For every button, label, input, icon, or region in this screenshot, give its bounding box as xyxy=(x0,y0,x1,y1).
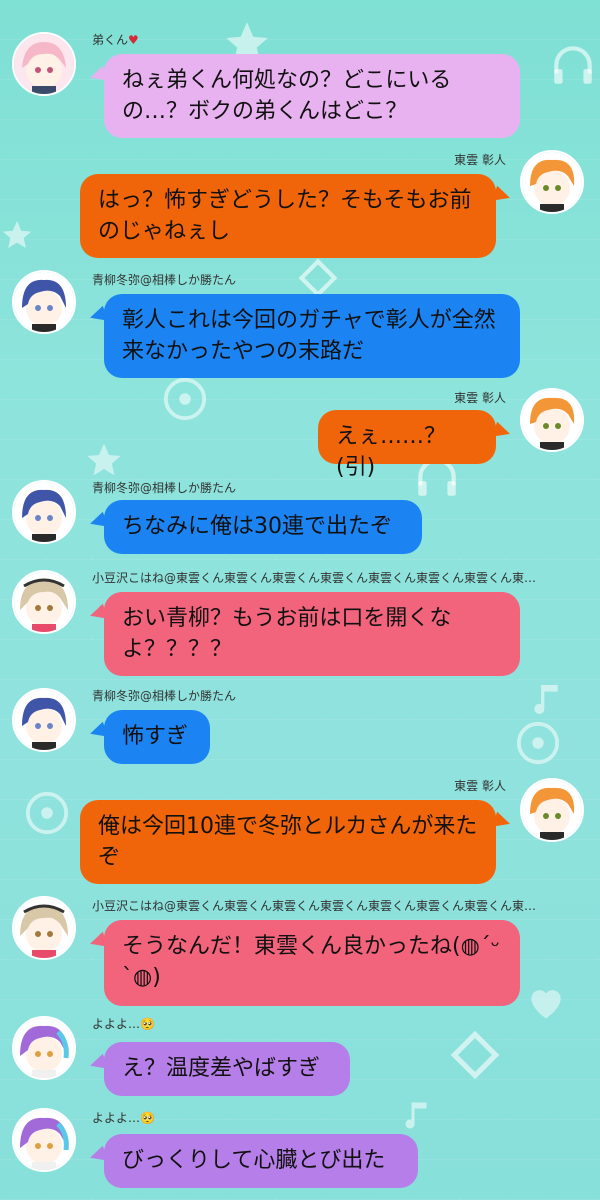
message-text: 怖すぎ xyxy=(122,724,189,749)
message-bubble[interactable]: えぇ……？(引) xyxy=(318,410,496,480)
message-bubble[interactable]: ちなみに俺は30連で出たぞ xyxy=(104,500,422,554)
message-bubble[interactable]: 怖すぎ xyxy=(104,710,210,764)
message-text: はっ？怖すぎどうした？そもそもお前のじゃねぇし xyxy=(98,188,472,244)
message-bubble[interactable]: 彰人これは今回のガチャで彰人が全然来なかったやつの末路だ xyxy=(104,294,520,378)
orange-hair-avatar[interactable] xyxy=(520,150,584,214)
purple-hair-avatar[interactable] xyxy=(12,1108,76,1172)
heart-icon xyxy=(531,990,561,1019)
blue-hair-avatar[interactable] xyxy=(12,688,76,752)
beige-hair-avatar[interactable] xyxy=(12,570,76,634)
message-text: びっくりして心臓とび出た xyxy=(122,1148,386,1173)
diamond-icon xyxy=(450,1030,500,1080)
message-bubble[interactable]: 俺は今回10連で冬弥とルカさんが来たぞ xyxy=(80,800,496,884)
sender-name: 東雲 彰人 xyxy=(454,779,506,793)
disc-icon xyxy=(25,791,69,835)
message-text: え？温度差やばすぎ xyxy=(122,1056,321,1081)
sender-name: よよよ…🥺 xyxy=(92,1111,155,1125)
message-bubble[interactable]: え？温度差やばすぎ xyxy=(104,1042,350,1096)
star-icon xyxy=(2,220,32,249)
sender-name: 青柳冬弥@相棒しか勝たん xyxy=(92,689,237,703)
message-text: えぇ……？(引) xyxy=(336,424,447,480)
message-bubble[interactable]: びっくりして心臓とび出た xyxy=(104,1134,418,1188)
star-icon xyxy=(87,443,121,476)
message-text: 彰人これは今回のガチャで彰人が全然来なかったやつの末路だ xyxy=(122,308,496,364)
message-text: そうなんだ！東雲くん良かったね(◍ˊᵕˋ◍) xyxy=(122,934,500,990)
sender-name: 小豆沢こはね@東雲くん東雲くん東雲くん東雲くん東雲くん東雲くん東雲くん東… xyxy=(92,571,537,585)
sender-name: 小豆沢こはね@東雲くん東雲くん東雲くん東雲くん東雲くん東雲くん東雲くん東… xyxy=(92,899,537,913)
sender-name: 東雲 彰人 xyxy=(454,153,506,167)
blue-hair-avatar[interactable] xyxy=(12,480,76,544)
sender-name: 東雲 彰人 xyxy=(454,391,506,405)
purple-hair-avatar[interactable] xyxy=(12,1016,76,1080)
message-bubble[interactable]: おい青柳？もうお前は口を開くなよ？？？？ xyxy=(104,592,520,676)
orange-hair-avatar[interactable] xyxy=(520,778,584,842)
message-bubble[interactable]: はっ？怖すぎどうした？そもそもお前のじゃねぇし xyxy=(80,174,496,258)
sender-name: よよよ…🥺 xyxy=(92,1017,155,1031)
message-text: 俺は今回10連で冬弥とルカさんが来たぞ xyxy=(98,814,478,870)
message-text: おい青柳？もうお前は口を開くなよ？？？？ xyxy=(122,606,452,662)
music-note-icon xyxy=(405,1102,427,1129)
music-note-icon xyxy=(534,685,558,714)
message-bubble[interactable]: そうなんだ！東雲くん良かったね(◍ˊᵕˋ◍) xyxy=(104,920,520,1006)
sender-name: 弟くん♥ xyxy=(92,33,139,47)
message-text: ちなみに俺は30連で出たぞ xyxy=(122,514,392,539)
blue-hair-avatar[interactable] xyxy=(12,270,76,334)
pink-hair-avatar[interactable] xyxy=(12,32,76,96)
message-bubble[interactable]: ねぇ弟くん何処なの？どこにいるの…？ボクの弟くんはどこ？ xyxy=(104,54,520,138)
headphones-icon xyxy=(554,46,592,84)
sender-name: 青柳冬弥@相棒しか勝たん xyxy=(92,273,237,287)
beige-hair-avatar[interactable] xyxy=(12,896,76,960)
sender-name: 青柳冬弥@相棒しか勝たん xyxy=(92,481,237,495)
orange-hair-avatar[interactable] xyxy=(520,388,584,452)
disc-icon xyxy=(163,377,207,421)
disc-icon xyxy=(516,721,560,765)
message-text: ねぇ弟くん何処なの？どこにいるの…？ボクの弟くんはどこ？ xyxy=(122,68,452,124)
